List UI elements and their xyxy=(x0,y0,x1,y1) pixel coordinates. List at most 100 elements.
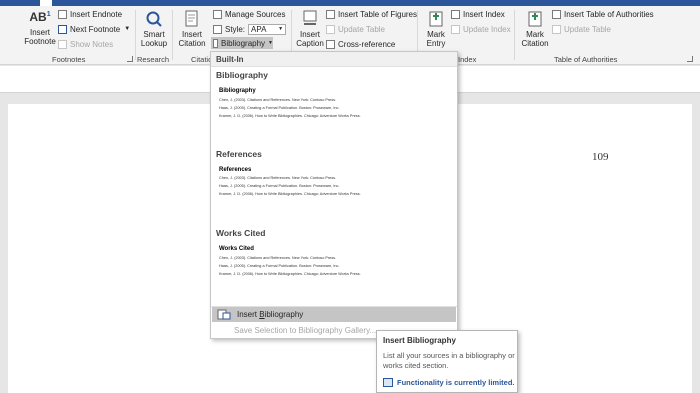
save-selection-label: Save Selection to Bibliography Gallery..… xyxy=(234,326,377,335)
show-notes-icon xyxy=(58,39,67,49)
insert-table-of-authorities-label: Insert Table of Authorities xyxy=(564,9,654,19)
insert-citation-label: Insert Citation xyxy=(178,30,206,48)
preview-line: Haas, J. (2005). Creating a Formal Publi… xyxy=(219,106,340,110)
tooltip-description: List all your sources in a bibliography … xyxy=(383,351,515,370)
insert-endnote-button[interactable]: Insert Endnote xyxy=(58,8,122,20)
insert-bibliography-icon xyxy=(217,309,231,320)
insert-table-of-figures-button[interactable]: Insert Table of Figures xyxy=(326,8,417,20)
next-footnote-icon xyxy=(58,24,67,34)
table-of-figures-icon xyxy=(326,9,335,19)
toa-group-label: Table of Authorities xyxy=(554,55,618,64)
preview-line: Chen, J. (2003). Citations and Reference… xyxy=(219,256,337,260)
insert-index-label: Insert Index xyxy=(463,9,505,19)
bibliography-dropdown: Built-In Bibliography Bibliography Chen,… xyxy=(210,51,458,339)
smart-lookup-button[interactable]: Smart Lookup xyxy=(138,10,170,48)
preview-heading: References xyxy=(219,167,252,173)
mark-entry-button[interactable]: Mark Entry xyxy=(420,10,452,48)
insert-footnote-button[interactable]: AB1 Insert Footnote xyxy=(22,10,58,46)
preview-heading: Bibliography xyxy=(219,88,256,94)
preview-heading: Works Cited xyxy=(219,246,254,252)
gallery-item-works-cited[interactable]: Works Cited Chen, J. (2003). Citations a… xyxy=(216,242,452,286)
bibliography-label: Bibliography xyxy=(221,38,266,48)
insert-endnote-label: Insert Endnote xyxy=(70,9,123,19)
insert-table-of-authorities-button[interactable]: Insert Table of Authorities xyxy=(552,8,654,20)
style-selector[interactable]: Style: APA ▼ xyxy=(213,23,287,35)
style-dropdown[interactable]: APA ▼ xyxy=(248,23,287,35)
table-of-authorities-icon xyxy=(552,9,561,19)
citation-icon xyxy=(185,10,198,27)
manage-sources-icon xyxy=(213,9,222,19)
group-divider xyxy=(514,10,515,60)
insert-citation-button[interactable]: Insert Citation xyxy=(174,10,210,48)
insert-caption-button[interactable]: Insert Caption xyxy=(293,10,327,48)
update-table-figures-button[interactable]: Update Table xyxy=(326,23,385,35)
insert-caption-label: Insert Caption xyxy=(296,30,324,48)
search-icon xyxy=(146,11,162,27)
insert-bibliography-tooltip: Insert Bibliography List all your source… xyxy=(376,330,518,393)
bibliography-button[interactable]: Bibliography ▼ xyxy=(211,37,273,49)
gallery-item-bibliography[interactable]: Bibliography Chen, J. (2003). Citations … xyxy=(216,84,452,126)
update-index-icon xyxy=(451,24,460,34)
manage-sources-button[interactable]: Manage Sources xyxy=(213,8,285,20)
next-footnote-button[interactable]: Next Footnote ▼ xyxy=(58,23,130,35)
update-index-label: Update Index xyxy=(463,24,511,34)
endnote-icon xyxy=(58,9,67,19)
show-notes-label: Show Notes xyxy=(70,39,114,49)
insert-bibliography-prefix: Insert xyxy=(237,310,260,319)
bibliography-icon xyxy=(213,38,219,48)
gallery-item-references[interactable]: References Chen, J. (2003). Citations an… xyxy=(216,163,452,207)
insert-index-button[interactable]: Insert Index xyxy=(451,8,505,20)
show-notes-button[interactable]: Show Notes xyxy=(58,38,113,50)
preview-line: Haas, J. (2005). Creating a Formal Publi… xyxy=(219,184,340,188)
update-table-authorities-icon xyxy=(552,24,561,34)
gallery-title-works-cited: Works Cited xyxy=(216,228,266,238)
preview-line: Kramer, J. D. (2006). How to Write Bibli… xyxy=(219,192,361,196)
style-value: APA xyxy=(251,24,267,34)
update-index-button[interactable]: Update Index xyxy=(451,23,511,35)
update-table-figures-label: Update Table xyxy=(338,24,385,34)
style-icon xyxy=(213,24,222,34)
style-label: Style: xyxy=(225,24,246,34)
cross-reference-button[interactable]: Cross-reference xyxy=(326,38,395,50)
cross-reference-icon xyxy=(326,39,335,49)
chevron-down-icon: ▼ xyxy=(268,40,273,46)
toa-dialog-launcher-icon[interactable] xyxy=(687,56,693,62)
footnote-icon-text: AB xyxy=(29,10,47,24)
group-divider xyxy=(172,10,173,60)
update-table-authorities-button[interactable]: Update Table xyxy=(552,23,611,35)
next-footnote-label: Next Footnote xyxy=(70,24,121,34)
manage-sources-label: Manage Sources xyxy=(225,9,286,19)
insert-bibliography-suffix: ibliography xyxy=(264,310,304,319)
update-table-icon xyxy=(326,24,335,34)
group-divider xyxy=(135,10,136,60)
insert-table-of-figures-label: Insert Table of Figures xyxy=(338,9,418,19)
mark-entry-label: Mark Entry xyxy=(426,30,446,48)
smart-lookup-label: Smart Lookup xyxy=(140,30,168,48)
cross-reference-label: Cross-reference xyxy=(338,39,396,49)
page-number: 109 xyxy=(592,151,609,163)
tooltip-warning-text: Functionality is currently limited. xyxy=(397,378,515,387)
preview-line: Haas, J. (2005). Creating a Formal Publi… xyxy=(219,264,340,268)
chevron-down-icon: ▼ xyxy=(124,26,131,32)
caption-icon xyxy=(303,10,317,25)
update-table-authorities-label: Update Table xyxy=(564,24,611,34)
insert-bibliography-menu-item[interactable]: Insert Bibliography xyxy=(212,307,456,322)
info-icon xyxy=(383,378,393,387)
footnotes-dialog-launcher-icon[interactable] xyxy=(127,56,133,62)
tooltip-title: Insert Bibliography xyxy=(383,336,456,345)
tooltip-warning[interactable]: Functionality is currently limited. xyxy=(383,378,515,387)
chevron-down-icon: ▼ xyxy=(278,26,284,32)
preview-line: Kramer, J. D. (2006). How to Write Bibli… xyxy=(219,114,361,118)
index-group-label: Index xyxy=(458,55,477,64)
footnotes-group-label: Footnotes xyxy=(52,55,86,64)
mark-citation-button[interactable]: Mark Citation xyxy=(517,10,553,48)
footnote-icon: AB1 xyxy=(29,10,51,24)
research-group-label: Research xyxy=(137,55,170,64)
mark-citation-icon xyxy=(528,11,542,27)
gallery-title-references: References xyxy=(216,149,262,159)
mark-citation-label: Mark Citation xyxy=(521,30,549,48)
dropdown-header: Built-In xyxy=(211,52,457,67)
preview-line: Kramer, J. D. (2006). How to Write Bibli… xyxy=(219,272,361,276)
insert-footnote-label: Insert Footnote xyxy=(24,28,56,46)
insert-index-icon xyxy=(451,9,460,19)
